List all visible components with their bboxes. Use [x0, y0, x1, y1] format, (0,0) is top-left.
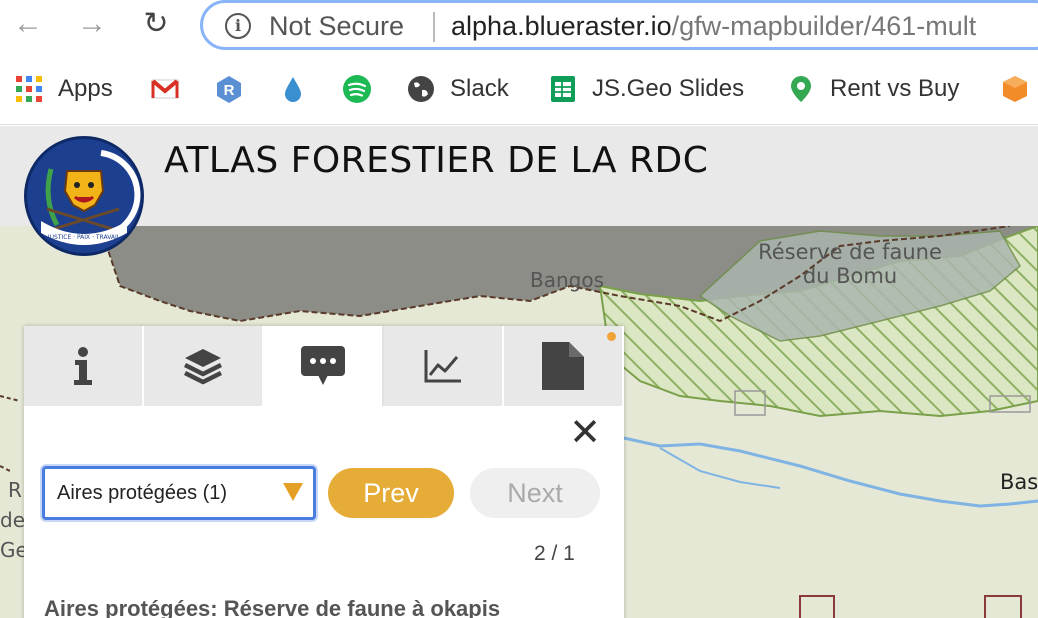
pagination-counter: 2 / 1	[534, 542, 575, 565]
info-icon	[74, 347, 92, 385]
feature-title: Aires protégées: Réserve de faune à okap…	[44, 596, 501, 618]
map-label-town: Bas	[1000, 470, 1038, 494]
address-bar[interactable]: i Not Secure alpha.blueraster.io/gfw-map…	[200, 0, 1038, 50]
notification-dot	[607, 332, 616, 341]
tab-info[interactable]	[24, 326, 144, 406]
security-label: Not Secure	[269, 11, 405, 41]
bookmarks-bar: Apps R Slack JS.Geo Slides Rent vs Buy	[0, 64, 1038, 114]
leopard-emblem-icon: JUSTICE · PAIX · TRAVAIL	[41, 150, 141, 245]
river-line	[623, 436, 1038, 508]
bookmark-drop[interactable]	[278, 72, 322, 106]
tab-document[interactable]	[504, 326, 624, 406]
bookmark-cube[interactable]	[1000, 72, 1038, 106]
app-header: ATLAS FORESTIER DE LA RDC	[0, 126, 1038, 226]
site-info-icon[interactable]: i	[225, 13, 251, 39]
sheets-icon	[551, 76, 575, 102]
web-page: Réserve de faune du Bomu Bangos Bas R de…	[0, 126, 1038, 618]
bookmark-spotify[interactable]	[342, 72, 386, 106]
document-icon	[542, 342, 584, 390]
bookmark-apps[interactable]: Apps	[14, 72, 113, 106]
url-text[interactable]: alpha.blueraster.io/gfw-mapbuilder/461-m…	[451, 11, 976, 42]
next-button[interactable]: Next	[470, 468, 600, 518]
bookmark-r[interactable]: R	[214, 72, 258, 106]
globe-icon	[408, 76, 434, 102]
river-tributary	[659, 447, 781, 489]
apps-grid-icon	[16, 76, 42, 102]
map-label-fragment: R	[8, 478, 22, 502]
bookmark-label: JS.Geo Slides	[592, 75, 745, 102]
browser-toolbar: ← → ↻ i Not Secure alpha.blueraster.io/g…	[0, 0, 1038, 125]
url-path: /gfw-mapbuilder/461-mult	[671, 11, 977, 41]
gmail-icon	[151, 79, 179, 99]
forward-arrow-icon[interactable]: →	[74, 6, 110, 42]
r-icon: R	[217, 76, 241, 103]
prev-button[interactable]: Prev	[328, 468, 454, 518]
bookmark-label: Rent vs Buy	[830, 75, 960, 102]
map-feature-box	[984, 595, 1022, 618]
chevron-down-icon	[283, 483, 303, 501]
bookmark-label: Slack	[450, 75, 509, 102]
map-label-town: Bangos	[530, 268, 605, 292]
water-drop-icon	[285, 77, 301, 102]
map-label-fragment: de	[0, 508, 25, 532]
cube-icon	[1003, 76, 1027, 102]
layer-select[interactable]: Aires protégées (1)	[42, 466, 316, 520]
map-pin-icon	[791, 76, 811, 102]
spotify-icon	[343, 75, 371, 103]
map-label-reserve-line2: du Bomu	[802, 264, 898, 288]
map-label-reserve-line1: Réserve de faune	[758, 240, 942, 264]
chart-icon	[424, 350, 461, 383]
svg-text:R: R	[224, 82, 235, 99]
tab-analysis[interactable]	[384, 326, 504, 406]
panel-tabs	[24, 326, 624, 406]
border-fragment	[0, 395, 21, 472]
map-feature-box	[799, 595, 835, 618]
tab-comments[interactable]	[264, 326, 384, 406]
map-label-reserve: Réserve de faune du Bomu	[740, 240, 960, 288]
bookmark-rentvsbuy[interactable]: Rent vs Buy	[786, 72, 959, 106]
back-arrow-icon[interactable]: ←	[10, 6, 46, 42]
emblem-motto: JUSTICE · PAIX · TRAVAIL	[47, 234, 121, 241]
comment-icon	[301, 346, 345, 385]
info-panel: ✕ Aires protégées (1) Prev Next 2 / 1 Ai…	[24, 326, 624, 618]
bookmark-gmail[interactable]	[150, 72, 194, 106]
bookmark-slack[interactable]: Slack	[406, 72, 509, 106]
close-icon[interactable]: ✕	[568, 414, 602, 452]
bookmark-jsgeo[interactable]: JS.Geo Slides	[548, 72, 744, 106]
drc-emblem-logo[interactable]: JUSTICE · PAIX · TRAVAIL	[24, 136, 144, 256]
app-title: ATLAS FORESTIER DE LA RDC	[164, 140, 709, 181]
address-divider	[433, 12, 435, 42]
layers-icon	[183, 349, 223, 385]
url-host: alpha.blueraster.io	[451, 11, 672, 41]
tab-layers[interactable]	[144, 326, 264, 406]
reload-icon[interactable]: ↻	[138, 6, 174, 42]
layer-select-value: Aires protégées (1)	[57, 482, 228, 504]
bookmark-label: Apps	[58, 75, 113, 102]
